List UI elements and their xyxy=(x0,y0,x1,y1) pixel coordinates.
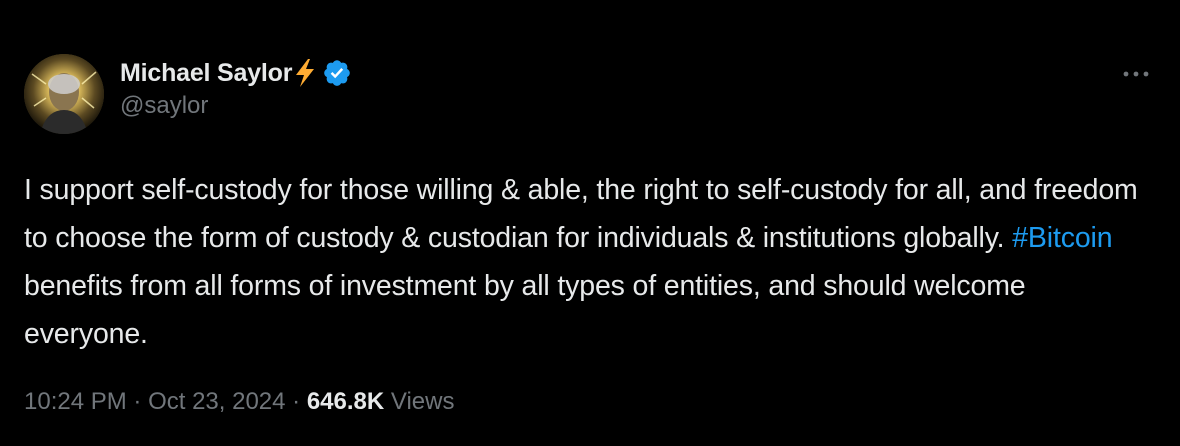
avatar[interactable] xyxy=(24,54,104,134)
tweet-date[interactable]: Oct 23, 2024 xyxy=(148,388,285,415)
views-count: 646.8K xyxy=(306,388,385,415)
hashtag-link[interactable]: #Bitcoin xyxy=(1012,222,1112,254)
name-row: Michael Saylor xyxy=(120,56,352,90)
tweet-text-part: benefits from all forms of investment by… xyxy=(24,270,1026,350)
meta-separator: · xyxy=(285,388,307,415)
lightning-bolt-icon xyxy=(296,59,315,87)
verified-badge-icon[interactable] xyxy=(322,58,352,88)
display-name[interactable]: Michael Saylor xyxy=(120,59,292,88)
tweet-text-part: I support self-custody for those willing… xyxy=(24,174,1138,254)
meta-separator: · xyxy=(126,388,149,415)
author-block: Michael Saylor @saylor xyxy=(120,56,352,120)
tweet-time[interactable]: 10:24 PM xyxy=(24,388,127,415)
tweet-text: I support self-custody for those willing… xyxy=(24,166,1144,358)
tweet-card: Michael Saylor @saylor I support self-cu… xyxy=(0,0,1180,446)
avatar-image xyxy=(24,54,104,134)
more-horizontal-icon[interactable] xyxy=(1120,62,1152,86)
tweet-meta: 10:24 PM · Oct 23, 2024 · 646.8K Views xyxy=(24,388,454,416)
handle[interactable]: @saylor xyxy=(120,92,352,120)
views-label: Views xyxy=(390,388,455,415)
